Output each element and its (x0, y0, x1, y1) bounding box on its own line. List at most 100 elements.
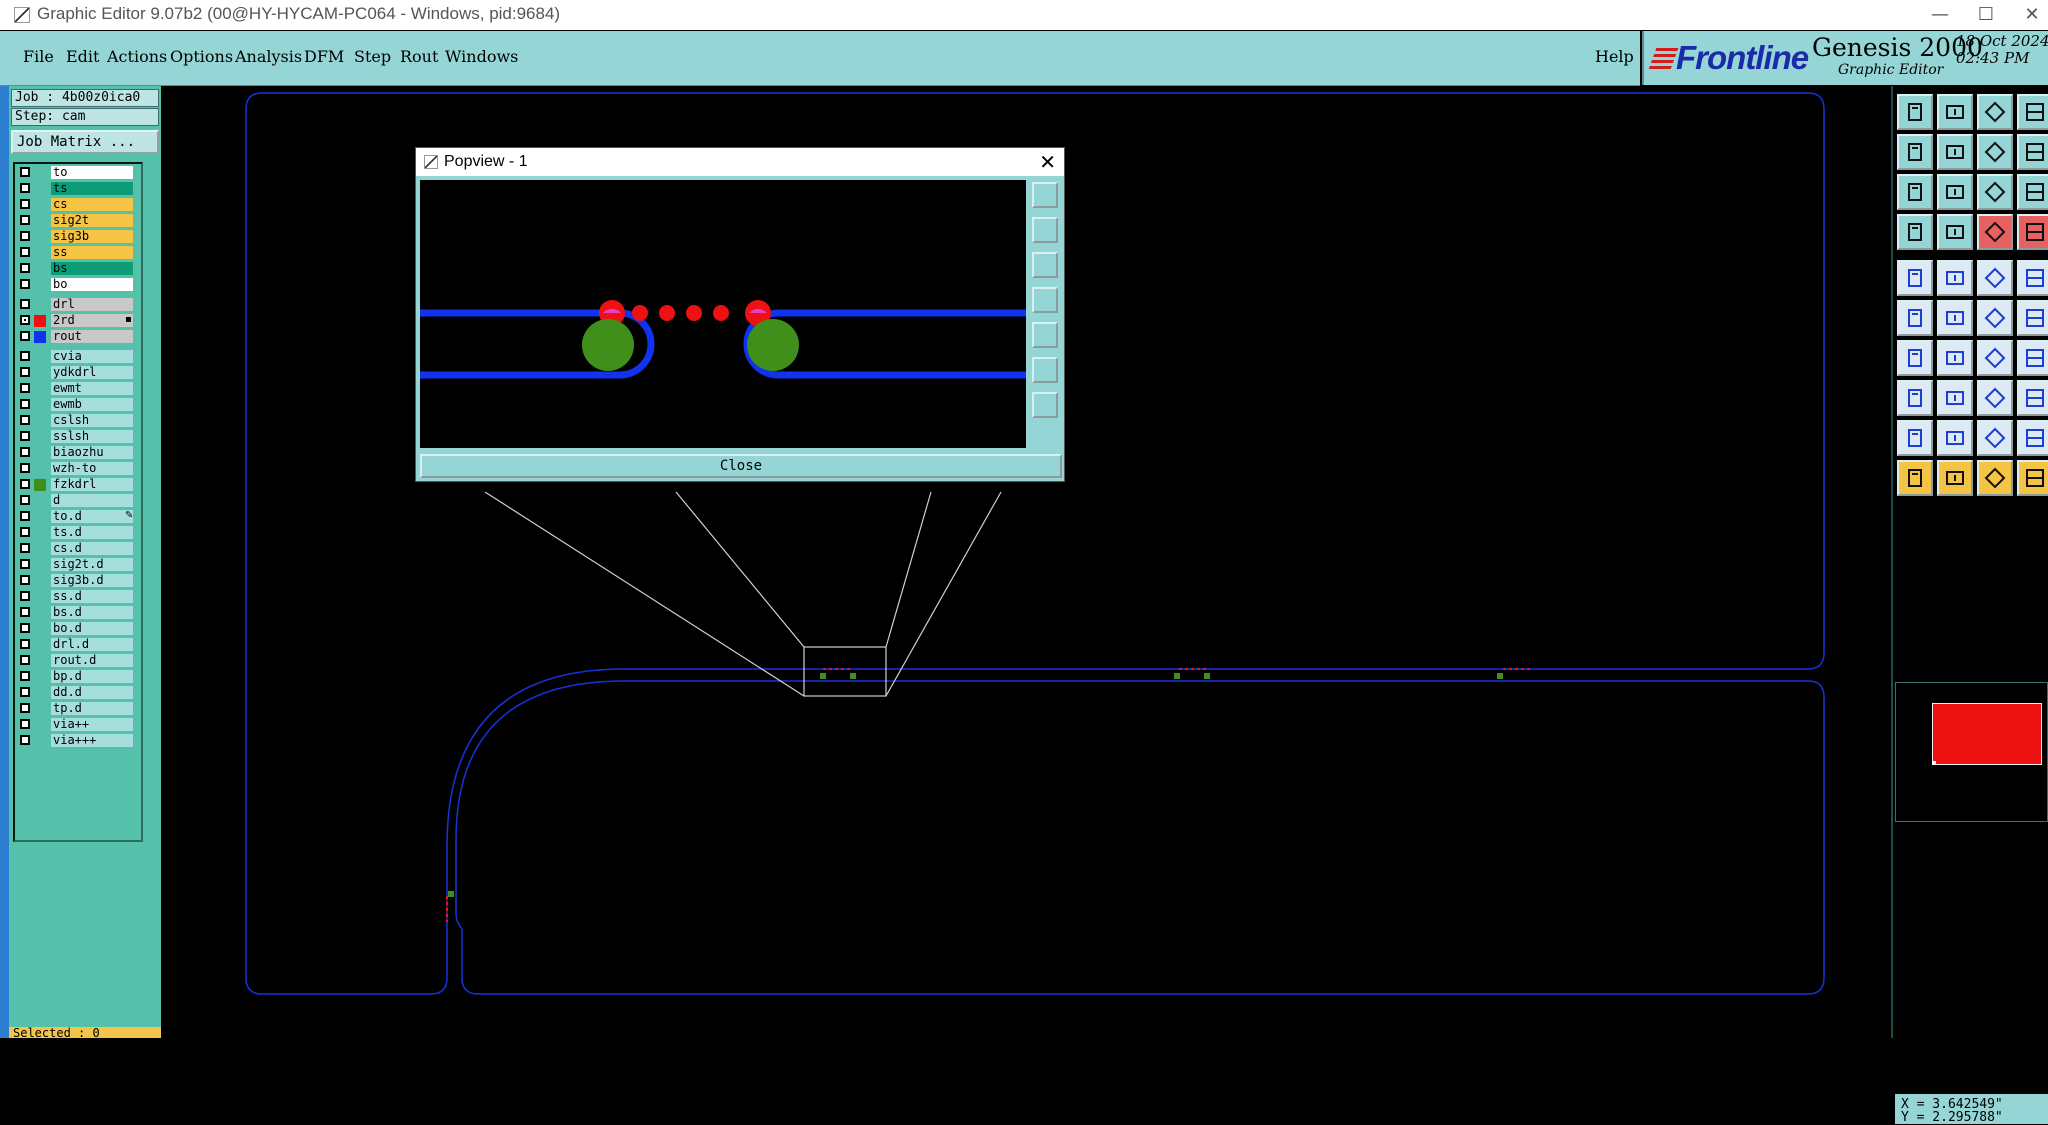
layer-checkbox[interactable] (20, 511, 30, 521)
layer-row[interactable]: drl (17, 298, 141, 312)
menu-options[interactable]: Options (170, 47, 233, 66)
menu-rout[interactable]: Rout (400, 47, 438, 66)
popview-close-icon[interactable]: ✕ (1039, 150, 1056, 175)
layer-name[interactable]: biaozhu (51, 446, 133, 459)
layer-name[interactable]: dd.d (51, 686, 133, 699)
layer-row[interactable]: ewmt (17, 382, 141, 396)
layer-name[interactable]: sig2t (51, 214, 133, 227)
layer-name[interactable]: 2rd (51, 314, 133, 327)
menu-step[interactable]: Step (354, 47, 391, 66)
layer-checkbox[interactable] (20, 431, 30, 441)
popview-canvas[interactable] (420, 180, 1026, 448)
popview-zoom-in-icon[interactable] (1032, 217, 1058, 243)
connect-nodes-tool-icon[interactable] (1897, 300, 1933, 336)
layer-checkbox[interactable] (20, 719, 30, 729)
feature-copy-tool-icon[interactable] (1977, 94, 2013, 130)
layer-checkbox[interactable] (20, 263, 30, 273)
arc-tool-icon[interactable] (1977, 340, 2013, 376)
layer-row[interactable]: sig2t (17, 214, 141, 228)
layer-name[interactable]: to.d (51, 510, 133, 523)
layer-row[interactable]: cs (17, 198, 141, 212)
triangle-a-tool-icon[interactable] (1937, 420, 1973, 456)
layer-name[interactable]: ts.d (51, 526, 133, 539)
popview-close-button[interactable]: Close (420, 454, 1062, 478)
layer-name[interactable]: ewmt (51, 382, 133, 395)
layer-checkbox[interactable] (20, 383, 30, 393)
layer-checkbox[interactable] (20, 703, 30, 713)
layer-row[interactable]: sslsh (17, 430, 141, 444)
layer-row[interactable]: ydkdrl (17, 366, 141, 380)
layer-row[interactable]: cslsh (17, 414, 141, 428)
layer-name[interactable]: ts (51, 182, 133, 195)
pointer-edit-tool-icon[interactable] (1977, 460, 2013, 496)
layer-name[interactable]: ewmb (51, 398, 133, 411)
layer-checkbox[interactable] (20, 279, 30, 289)
pointer-tool-icon[interactable] (1897, 460, 1933, 496)
measure-tool-icon[interactable] (1897, 214, 1933, 250)
layer-checkbox[interactable] (20, 247, 30, 257)
popview-center-icon[interactable] (1032, 392, 1058, 418)
layer-row[interactable]: bo.d (17, 622, 141, 636)
layer-name[interactable]: drl (51, 298, 133, 311)
layer-name[interactable]: bo (51, 278, 133, 291)
layer-row[interactable]: tp.d (17, 702, 141, 716)
window-layout-tool-icon[interactable] (2017, 94, 2048, 130)
layer-checkbox[interactable] (20, 735, 30, 745)
layer-checkbox[interactable] (20, 575, 30, 585)
layer-name[interactable]: sig3b.d (51, 574, 133, 587)
layer-row[interactable]: sig2t.d (17, 558, 141, 572)
popview-pan-left-icon[interactable] (1032, 287, 1058, 313)
layer-name[interactable]: fzkdrl (51, 478, 133, 491)
layer-checkbox[interactable] (20, 479, 30, 489)
popview-fit-icon[interactable] (1032, 357, 1058, 383)
pan-left-tool-icon[interactable] (1897, 134, 1933, 170)
layer-checkbox[interactable] (20, 543, 30, 553)
layer-name[interactable]: drl.d (51, 638, 133, 651)
layer-checkbox[interactable] (20, 199, 30, 209)
layer-checkbox[interactable] (20, 367, 30, 377)
layer-row[interactable]: via+++ (17, 734, 141, 748)
close-shape-tool-icon[interactable] (1937, 300, 1973, 336)
triangle-tool-icon[interactable] (1897, 420, 1933, 456)
popview-tool-1-icon[interactable] (1032, 182, 1058, 208)
layer-row[interactable]: drl.d (17, 638, 141, 652)
layer-name[interactable]: bs (51, 262, 133, 275)
menu-windows[interactable]: Windows (445, 47, 518, 66)
layer-name[interactable]: via++ (51, 718, 133, 731)
layer-name[interactable]: cvia (51, 350, 133, 363)
feature-add-tool-icon[interactable] (1897, 94, 1933, 130)
menu-file[interactable]: File (23, 47, 54, 66)
layer-checkbox[interactable] (20, 215, 30, 225)
layer-name[interactable]: cs (51, 198, 133, 211)
draw-mode-tool-icon[interactable] (1937, 260, 1973, 296)
layer-row[interactable]: cvia (17, 350, 141, 364)
layer-checkbox[interactable] (20, 463, 30, 473)
triangle-c-tool-icon[interactable] (2017, 420, 2048, 456)
rotate-tool-icon[interactable] (1977, 134, 2013, 170)
layer-row[interactable]: fzkdrl (17, 478, 141, 492)
layer-checkbox[interactable] (20, 527, 30, 537)
select-cross-tool-icon[interactable] (1977, 214, 2013, 250)
layer-checkbox[interactable] (20, 447, 30, 457)
text-tool-icon[interactable] (2017, 340, 2048, 376)
job-matrix-button[interactable]: Job Matrix ... (11, 130, 159, 154)
angle-line-tool-icon[interactable] (1937, 340, 1973, 376)
layer-row[interactable]: to (17, 166, 141, 180)
layer-checkbox[interactable] (20, 623, 30, 633)
add-pad-tool-icon[interactable] (1977, 300, 2013, 336)
layer-row[interactable]: bo (17, 278, 141, 292)
pointer-route-tool-icon[interactable] (2017, 460, 2048, 496)
layer-row[interactable]: dd.d (17, 686, 141, 700)
menu-analysis[interactable]: Analysis (235, 47, 302, 66)
layer-row[interactable]: ewmb (17, 398, 141, 412)
zoom-1-2-tool-icon[interactable] (1977, 174, 2013, 210)
layer-row[interactable]: ss (17, 246, 141, 260)
layer-row[interactable]: to.d ✎ (17, 510, 141, 524)
menu-help[interactable]: Help (1595, 47, 1634, 66)
layer-checkbox[interactable] (20, 299, 30, 309)
layer-name[interactable]: cslsh (51, 414, 133, 427)
options-tool-icon[interactable] (2017, 134, 2048, 170)
zoom-home-tool-icon[interactable] (1937, 174, 1973, 210)
pan-right-tool-icon[interactable] (1937, 134, 1973, 170)
move-point-tool-icon[interactable] (2017, 300, 2048, 336)
